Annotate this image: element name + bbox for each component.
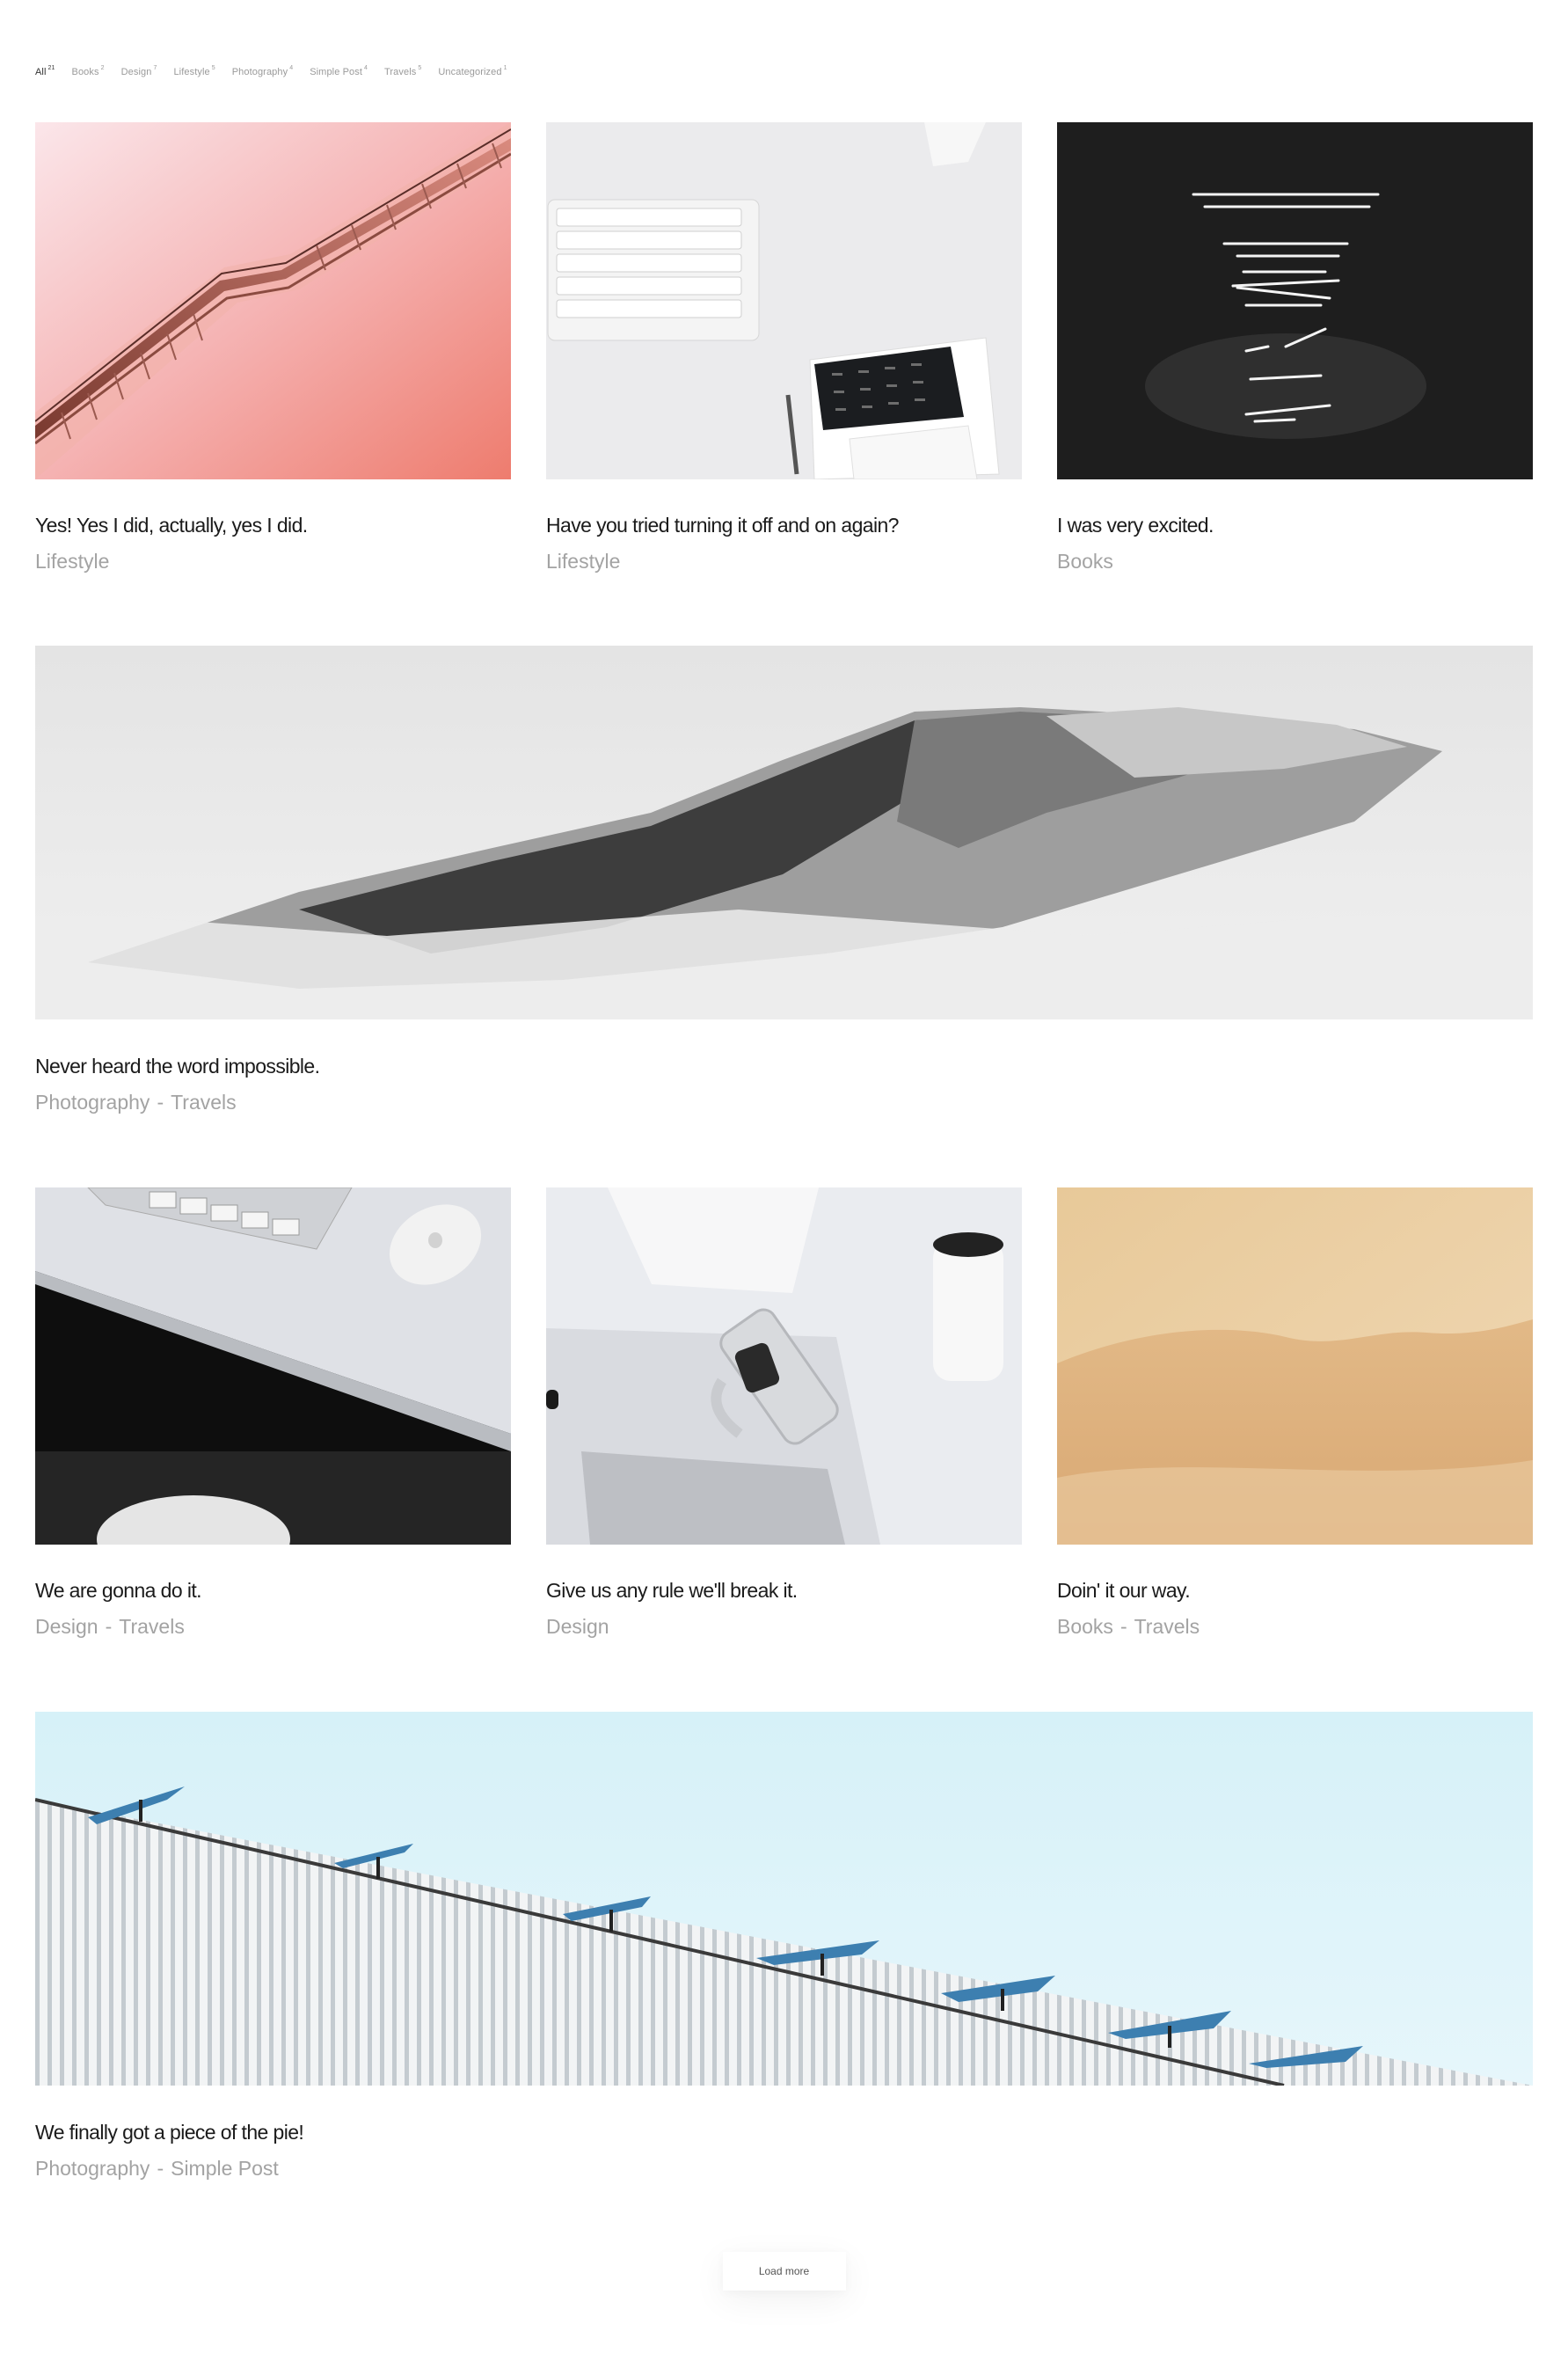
post-categories: Design - Travels — [35, 1615, 185, 1639]
post-image-keyboard-desk[interactable] — [546, 122, 1022, 479]
category-link[interactable]: Travels — [1134, 1615, 1200, 1638]
filter-photography[interactable]: Photography 4 — [232, 65, 293, 77]
post-categories: Books - Travels — [1057, 1615, 1200, 1639]
category-link[interactable]: Simple Post — [171, 2157, 279, 2180]
post-image-watch-phone-desk[interactable] — [546, 1187, 1022, 1545]
post-image-sand-dune[interactable] — [1057, 1187, 1533, 1545]
category-link[interactable]: Travels — [171, 1091, 237, 1114]
category-filter-bar: All 21 Books 2 Design 7 Lifestyle 5 Photogra… — [35, 65, 507, 77]
category-link[interactable]: Books — [1057, 1615, 1113, 1638]
post-title[interactable]: We finally got a piece of the pie! — [35, 2121, 304, 2144]
post-title[interactable]: Have you tried turning it off and on aga… — [546, 514, 899, 537]
post-categories: Lifestyle — [35, 550, 109, 574]
post-title[interactable]: I was very excited. — [1057, 514, 1214, 537]
filter-uncategorized[interactable]: Uncategorized 1 — [438, 65, 507, 77]
post-image-desk-mouse[interactable] — [35, 1187, 511, 1545]
filter-design[interactable]: Design 7 — [121, 65, 157, 77]
filter-lifestyle[interactable]: Lifestyle 5 — [173, 65, 215, 77]
load-more-container: Load more — [0, 2252, 1568, 2291]
category-link[interactable]: Lifestyle — [546, 550, 620, 573]
category-link[interactable]: Lifestyle — [35, 550, 109, 573]
post-title[interactable]: Yes! Yes I did, actually, yes I did. — [35, 514, 308, 537]
category-link[interactable]: Books — [1057, 550, 1113, 573]
post-categories: Books — [1057, 550, 1113, 574]
post-categories: Lifestyle — [546, 550, 620, 574]
category-link[interactable]: Design — [546, 1615, 609, 1638]
post-title[interactable]: Never heard the word impossible. — [35, 1055, 320, 1078]
category-link[interactable]: Photography — [35, 1091, 150, 1114]
post-categories: Photography - Simple Post — [35, 2157, 279, 2181]
post-title[interactable]: Give us any rule we'll break it. — [546, 1579, 798, 1603]
post-title[interactable]: Doin' it our way. — [1057, 1579, 1191, 1603]
category-link[interactable]: Design — [35, 1615, 98, 1638]
load-more-button[interactable]: Load more — [722, 2252, 846, 2291]
post-categories: Design — [546, 1615, 609, 1639]
post-image-dark-light-lines[interactable] — [1057, 122, 1533, 479]
filter-all[interactable]: All 21 — [35, 65, 55, 77]
category-separator: - — [105, 1615, 113, 1638]
category-link[interactable]: Travels — [119, 1615, 185, 1638]
category-link[interactable]: Photography — [35, 2157, 150, 2180]
filter-simple-post[interactable]: Simple Post 4 — [310, 65, 368, 77]
category-separator: - — [157, 1091, 164, 1114]
post-image-solar-panels-roof[interactable] — [35, 1712, 1533, 2086]
filter-books[interactable]: Books 2 — [72, 65, 105, 77]
post-image-misty-mountain[interactable] — [35, 646, 1533, 1019]
category-separator: - — [157, 2157, 164, 2180]
post-title[interactable]: We are gonna do it. — [35, 1579, 202, 1603]
filter-travels[interactable]: Travels 5 — [384, 65, 421, 77]
category-separator: - — [1119, 1615, 1127, 1638]
post-categories: Photography - Travels — [35, 1091, 237, 1114]
post-image-pink-escalator[interactable] — [35, 122, 511, 479]
